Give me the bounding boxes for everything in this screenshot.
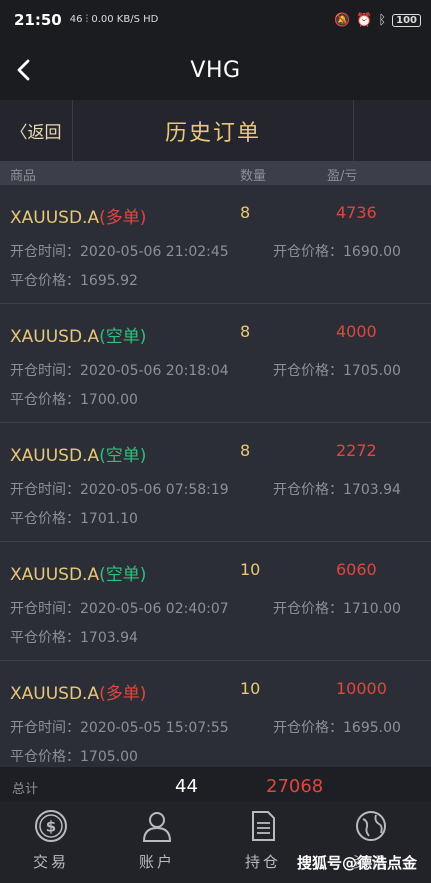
top-nav-bar: VHG bbox=[0, 40, 431, 100]
alarm-icon: ⏰ bbox=[356, 12, 373, 28]
open-price: 开仓价格：1705.00 bbox=[273, 363, 401, 379]
totals-bar: 总计 44 27068 bbox=[0, 767, 431, 801]
tab-positions-label: 持仓 bbox=[244, 853, 281, 871]
open-price: 开仓价格：1703.94 bbox=[273, 482, 401, 498]
close-price: 平仓价格：1700.00 bbox=[10, 392, 138, 408]
total-quantity: 44 bbox=[175, 776, 198, 797]
order-pnl: 4000 bbox=[336, 322, 377, 341]
order-symbol: XAUUSD.A(空单) bbox=[10, 446, 147, 466]
back-button[interactable]: 〈返回 bbox=[0, 100, 73, 161]
order-row[interactable]: XAUUSD.A(空单) 10 6060 开仓时间：2020-05-06 02:40:… bbox=[0, 542, 431, 661]
status-icons: 🔕 ⏰ ᛒ 100 bbox=[334, 13, 421, 28]
order-symbol: XAUUSD.A(空单) bbox=[10, 565, 147, 585]
document-icon bbox=[252, 811, 275, 841]
globe-icon bbox=[356, 811, 386, 841]
close-price: 平仓价格：1701.10 bbox=[10, 511, 138, 527]
open-time: 开仓时间：2020-05-06 07:58:19 bbox=[10, 482, 229, 498]
open-time: 开仓时间：2020-05-06 20:18:04 bbox=[10, 363, 229, 379]
order-quantity: 10 bbox=[240, 679, 261, 698]
dollar-coin-icon: $ bbox=[35, 810, 67, 842]
col-pnl: 盈/亏 bbox=[327, 169, 358, 184]
col-product: 商品 bbox=[10, 169, 37, 184]
order-row[interactable]: XAUUSD.A(多单) 10 10000 开仓时间：2020-05-05 15:07… bbox=[0, 661, 431, 780]
open-price: 开仓价格：1690.00 bbox=[273, 244, 401, 260]
close-price: 平仓价格：1703.94 bbox=[10, 630, 138, 646]
page-title: VHG bbox=[190, 57, 241, 83]
bluetooth-icon: ᛒ bbox=[378, 12, 387, 28]
person-icon bbox=[142, 812, 172, 842]
order-pnl: 6060 bbox=[336, 560, 377, 579]
history-orders-title: 历史订单 bbox=[73, 100, 354, 161]
battery-icon: 100 bbox=[392, 13, 421, 27]
open-time: 开仓时间：2020-05-05 15:07:55 bbox=[10, 720, 229, 736]
mute-icon: 🔕 bbox=[333, 12, 351, 28]
order-direction: (空单) bbox=[99, 446, 147, 466]
order-quantity: 8 bbox=[240, 322, 251, 341]
watermark-text: 搜狐号@德浩点金 bbox=[296, 854, 417, 872]
order-symbol: XAUUSD.A(空单) bbox=[10, 327, 147, 347]
tab-trade-label: 交易 bbox=[32, 853, 69, 871]
order-pnl: 2272 bbox=[336, 441, 377, 460]
order-symbol: XAUUSD.A(多单) bbox=[10, 684, 147, 704]
open-price: 开仓价格：1695.00 bbox=[273, 720, 401, 736]
total-pnl: 27068 bbox=[266, 776, 324, 797]
status-bar: 21:50 46 ⫶ 0.00 KB/S HD 🔕 ⏰ ᛒ 100 bbox=[0, 0, 431, 40]
back-chevron-icon[interactable] bbox=[12, 55, 36, 85]
column-header: 商品 数量 盈/亏 bbox=[0, 161, 431, 185]
open-price: 开仓价格：1710.00 bbox=[273, 601, 401, 617]
order-pnl: 4736 bbox=[336, 203, 377, 222]
close-price: 平仓价格：1695.92 bbox=[10, 273, 138, 289]
order-direction: (空单) bbox=[99, 327, 147, 347]
order-quantity: 8 bbox=[240, 441, 251, 460]
order-row[interactable]: XAUUSD.A(空单) 8 2272 开仓时间：2020-05-06 07:58:1… bbox=[0, 423, 431, 542]
tab-positions[interactable]: 持仓 bbox=[223, 809, 303, 872]
network-indicator: 46 ⫶ 0.00 KB/S HD bbox=[69, 14, 159, 25]
tab-account-label: 账户 bbox=[138, 853, 175, 871]
sub-header: 〈返回 历史订单 bbox=[0, 100, 431, 161]
svg-text:$: $ bbox=[46, 818, 56, 836]
open-time: 开仓时间：2020-05-06 02:40:07 bbox=[10, 601, 229, 617]
tab-trade[interactable]: $ 交易 bbox=[11, 809, 91, 872]
order-direction: (空单) bbox=[99, 565, 147, 585]
order-symbol: XAUUSD.A(多单) bbox=[10, 208, 147, 228]
order-quantity: 8 bbox=[240, 203, 251, 222]
status-time: 21:50 bbox=[14, 11, 62, 29]
tab-account[interactable]: 账户 bbox=[117, 809, 197, 872]
order-row[interactable]: XAUUSD.A(空单) 8 4000 开仓时间：2020-05-06 20:18:0… bbox=[0, 304, 431, 423]
order-pnl: 10000 bbox=[336, 679, 387, 698]
open-time: 开仓时间：2020-05-06 21:02:45 bbox=[10, 244, 229, 260]
order-direction: (多单) bbox=[99, 684, 147, 704]
close-price: 平仓价格：1705.00 bbox=[10, 749, 138, 765]
order-row[interactable]: XAUUSD.A(多单) 8 4736 开仓时间：2020-05-06 21:02:4… bbox=[0, 185, 431, 304]
sub-header-spacer bbox=[354, 100, 431, 161]
order-direction: (多单) bbox=[99, 208, 147, 228]
col-quantity: 数量 bbox=[240, 169, 267, 184]
totals-label: 总计 bbox=[12, 782, 39, 797]
order-quantity: 10 bbox=[240, 560, 261, 579]
